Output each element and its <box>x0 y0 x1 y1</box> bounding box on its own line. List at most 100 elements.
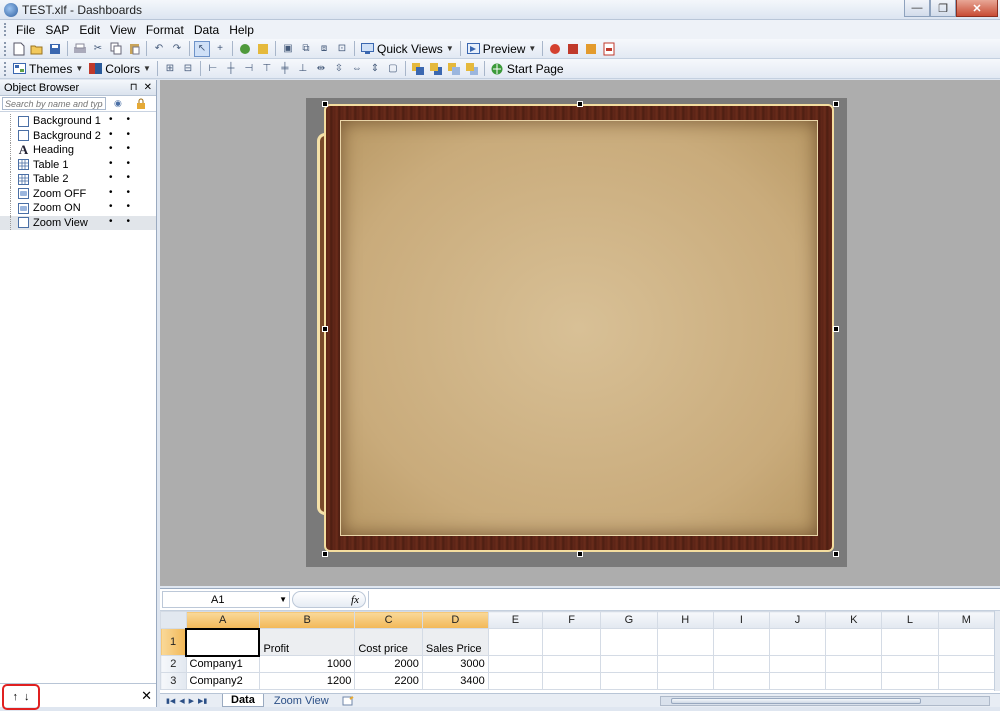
column-header-j[interactable]: J <box>768 611 827 629</box>
cell-g3[interactable] <box>600 672 658 690</box>
copy-icon[interactable] <box>108 41 124 57</box>
same-width-icon[interactable]: ⇔ <box>349 61 365 77</box>
bring-forward-icon[interactable]: ⧉ <box>298 41 314 57</box>
cell-m1[interactable] <box>937 628 996 656</box>
visibility-toggle-icon[interactable]: ◉ <box>114 98 128 110</box>
cell-f3[interactable] <box>542 672 602 690</box>
panel-close-icon[interactable]: ✕ <box>144 82 152 93</box>
vertical-scrollbar[interactable] <box>994 611 1000 691</box>
tab-data[interactable]: Data <box>222 694 264 707</box>
menu-view[interactable]: View <box>105 23 141 37</box>
cell-c1[interactable]: Cost price <box>354 628 423 656</box>
resize-handle-top-right[interactable] <box>833 101 839 107</box>
same-height-icon[interactable]: ⇕ <box>367 61 383 77</box>
object-item-table-1[interactable]: Table 1 •• <box>0 157 156 173</box>
menu-sap[interactable]: SAP <box>40 23 74 37</box>
align-center-icon[interactable]: ┼ <box>223 61 239 77</box>
send-to-back-icon[interactable] <box>428 61 444 77</box>
align-left-icon[interactable]: ⊢ <box>205 61 221 77</box>
cell-j1[interactable] <box>768 628 827 656</box>
refresh-icon[interactable] <box>237 41 253 57</box>
align-grid-snap-icon[interactable]: ⊟ <box>180 61 196 77</box>
align-bottom-icon[interactable]: ⊥ <box>295 61 311 77</box>
object-item-zoom-off[interactable]: Zoom OFF •• <box>0 186 156 202</box>
colors-button[interactable]: Colors ▼ <box>86 62 154 76</box>
cell-a1[interactable] <box>184 627 261 657</box>
column-header-g[interactable]: G <box>600 611 658 629</box>
cell-a2[interactable]: Company1 <box>185 655 260 673</box>
last-sheet-icon[interactable]: ▶▮ <box>198 697 207 705</box>
align-top-icon[interactable]: ⊤ <box>259 61 275 77</box>
background-1-frame[interactable] <box>324 104 834 552</box>
cell-m3[interactable] <box>937 672 996 690</box>
visibility-lock-dots[interactable]: •• <box>109 158 144 169</box>
cell-b1[interactable]: Profit <box>258 628 356 656</box>
cell-i2[interactable] <box>712 655 770 673</box>
cell-e2[interactable] <box>487 655 544 673</box>
prev-sheet-icon[interactable]: ◀ <box>179 697 184 705</box>
object-search-input[interactable] <box>2 97 106 110</box>
cell-j3[interactable] <box>768 672 827 690</box>
column-header-c[interactable]: C <box>354 611 423 629</box>
cell-h2[interactable] <box>656 655 714 673</box>
visibility-lock-dots[interactable]: •• <box>109 187 144 198</box>
cell-l3[interactable] <box>881 672 939 690</box>
object-item-background-2[interactable]: Background 2 •• <box>0 128 156 144</box>
resize-handle-right[interactable] <box>833 326 839 332</box>
bring-forward-one-icon[interactable] <box>446 61 462 77</box>
resize-handle-bottom[interactable] <box>577 551 583 557</box>
insert-sheet-icon[interactable] <box>339 694 357 707</box>
new-icon[interactable] <box>11 41 27 57</box>
cell-m2[interactable] <box>937 655 996 673</box>
select-pointer-icon[interactable]: ↖ <box>194 40 210 57</box>
add-component-icon[interactable]: + <box>212 41 228 57</box>
align-grid-icon[interactable]: ⊞ <box>162 61 178 77</box>
column-header-f[interactable]: F <box>542 611 602 629</box>
insert-function-button[interactable]: fx <box>292 591 366 608</box>
preview-button[interactable]: Preview ▼ <box>464 42 540 56</box>
object-item-background-1[interactable]: Background 1 •• <box>0 114 156 129</box>
column-header-a[interactable]: A <box>185 611 260 629</box>
row-header[interactable]: 3 <box>160 672 187 690</box>
column-header-k[interactable]: K <box>825 611 883 629</box>
visibility-lock-dots[interactable]: •• <box>109 201 144 212</box>
cell-c3[interactable]: 2200 <box>354 672 423 690</box>
group-icon[interactable]: ▣ <box>280 41 296 57</box>
cell-i1[interactable] <box>712 628 770 656</box>
cell-l2[interactable] <box>881 655 939 673</box>
send-backward-icon[interactable]: ⧈ <box>316 41 332 57</box>
cell-h3[interactable] <box>656 672 714 690</box>
move-down-arrow-icon[interactable]: ↓ <box>24 691 30 703</box>
themes-button[interactable]: Themes ▼ <box>10 62 86 76</box>
minimize-button[interactable]: — <box>904 0 930 17</box>
export-outlook-icon[interactable] <box>583 41 599 57</box>
name-box[interactable]: A1 ▼ <box>162 591 290 608</box>
cell-d3[interactable]: 3400 <box>421 672 489 690</box>
same-size-icon[interactable]: ▢ <box>385 61 401 77</box>
cell-k2[interactable] <box>825 655 883 673</box>
export-pdf-icon[interactable] <box>601 41 617 57</box>
cell-b3[interactable]: 1200 <box>258 672 356 690</box>
zoom-fit-icon[interactable]: ⊡ <box>334 41 350 57</box>
visibility-lock-dots[interactable]: •• <box>109 172 144 183</box>
align-right-icon[interactable]: ⊣ <box>241 61 257 77</box>
object-item-heading[interactable]: A Heading •• <box>0 142 156 158</box>
cell-d2[interactable]: 3000 <box>421 655 489 673</box>
send-backward-one-icon[interactable] <box>464 61 480 77</box>
cell-a3[interactable]: Company2 <box>185 672 260 690</box>
column-header-d[interactable]: D <box>421 611 489 629</box>
visibility-lock-dots[interactable]: •• <box>109 129 144 140</box>
select-all-corner[interactable] <box>160 611 187 629</box>
canvas-workspace[interactable] <box>160 80 1000 586</box>
column-header-i[interactable]: I <box>712 611 770 629</box>
redo-icon[interactable]: ↷ <box>169 41 185 57</box>
menu-edit[interactable]: Edit <box>74 23 105 37</box>
menu-data[interactable]: Data <box>189 23 224 37</box>
resize-handle-left[interactable] <box>322 326 328 332</box>
maximize-button[interactable]: ❐ <box>930 0 956 17</box>
space-horizontal-icon[interactable]: ⇹ <box>313 61 329 77</box>
parchment-panel[interactable] <box>340 120 818 536</box>
resize-handle-bottom-left[interactable] <box>322 551 328 557</box>
object-item-zoom-view[interactable]: Zoom View •• <box>0 215 156 230</box>
row-header[interactable]: 2 <box>160 655 187 673</box>
